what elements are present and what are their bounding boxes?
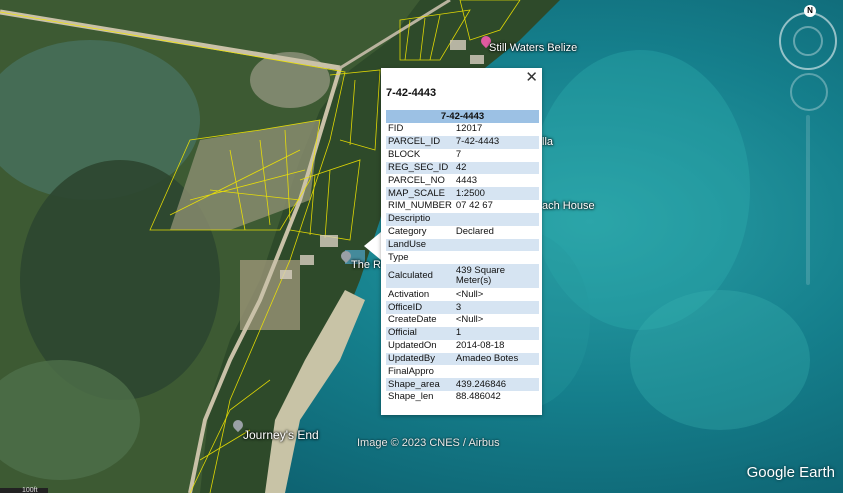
label-villa[interactable]: lla — [542, 136, 553, 148]
attribute-table-header: 7-42-4443 — [386, 110, 539, 123]
table-row: REG_SEC_ID 42 — [386, 161, 539, 175]
attr-key: LandUse — [386, 238, 454, 252]
attr-key: BLOCK — [388, 149, 421, 161]
attr-key: Descriptio — [386, 212, 454, 226]
attr-value — [454, 251, 539, 264]
attr-key: OfficeID — [386, 301, 454, 314]
close-icon[interactable]: ✕ — [525, 70, 538, 86]
label-journeys-end[interactable]: Journey's End — [243, 428, 319, 442]
imagery-credit: Image © 2023 CNES / Airbus — [357, 437, 500, 449]
table-row: BLOCK 7 — [386, 149, 539, 162]
label-still-waters[interactable]: Still Waters Belize — [489, 42, 577, 54]
label-beach-house[interactable]: ach House — [542, 200, 595, 212]
attr-key: PARCEL_NO — [388, 174, 445, 186]
table-row: RIM_NUMBER 07 42 67 — [386, 200, 539, 213]
table-row: Type — [386, 251, 539, 264]
parcel-info-popup: ✕ 7-42-4443 7-42-4443 FID 12017 PARCEL_ID… — [381, 68, 542, 415]
attr-key: Calculated — [386, 264, 454, 289]
table-row: FinalAppro — [386, 365, 539, 378]
attr-key: Shape_len — [388, 391, 434, 403]
attr-key: MAP_SCALE — [386, 187, 454, 201]
attr-value: 439 Square Meter(s) — [453, 264, 539, 289]
attr-key: FinalAppro — [388, 365, 434, 377]
table-row: OfficeID 3 — [386, 301, 539, 314]
attr-value: 12017 — [455, 123, 483, 135]
attr-value: 42 — [453, 161, 539, 175]
attr-key: Type — [388, 251, 409, 263]
attr-value: 2014-08-18 — [455, 340, 505, 352]
attr-key: Activation — [388, 288, 430, 300]
attr-key: RIM_NUMBER — [388, 200, 452, 212]
attr-value: <Null> — [455, 314, 484, 326]
table-row: UpdatedOn 2014-08-18 — [386, 340, 539, 353]
attr-value: 4443 — [455, 174, 478, 186]
table-row: Shape_area 439.246846 — [386, 378, 539, 392]
attr-key: Category — [388, 226, 427, 238]
attr-value: 88.486042 — [455, 391, 501, 403]
table-row: PARCEL_NO 4443 — [386, 174, 539, 187]
attr-value: Amadeo Botes — [453, 352, 539, 366]
table-row: Activation <Null> — [386, 288, 539, 301]
table-row: CreateDate <Null> — [386, 314, 539, 327]
popup-pointer — [364, 232, 381, 260]
attr-value: 1:2500 — [453, 187, 539, 201]
attr-value: 7 — [455, 149, 462, 161]
table-row: FID 12017 — [386, 123, 539, 136]
attr-key: Shape_area — [386, 378, 454, 392]
google-earth-logo: Google Earth — [746, 464, 835, 481]
compass-north-icon[interactable]: N — [804, 5, 816, 17]
attr-key: Official — [386, 326, 454, 340]
zoom-slider[interactable] — [806, 115, 810, 285]
table-row: LandUse — [386, 238, 539, 252]
table-row: Calculated 439 Square Meter(s) — [386, 264, 539, 289]
attr-value — [453, 238, 539, 252]
attr-value: 3 — [453, 301, 539, 314]
label-the-r[interactable]: The R — [351, 259, 381, 271]
attribute-table: 7-42-4443 FID 12017 PARCEL_ID 7-42-4443 BL… — [386, 110, 539, 404]
table-row: Descriptio — [386, 212, 539, 226]
attr-value: 1 — [453, 326, 539, 340]
table-row: UpdatedBy Amadeo Botes — [386, 352, 539, 366]
attr-value — [453, 212, 539, 226]
table-row: Shape_len 88.486042 — [386, 391, 539, 404]
table-row: Official 1 — [386, 326, 539, 340]
attr-key: FID — [388, 123, 404, 135]
table-row: Category Declared — [386, 226, 539, 239]
attr-value: Declared — [455, 226, 494, 238]
popup-title: 7-42-4443 — [386, 87, 437, 99]
attr-value: 7-42-4443 — [453, 135, 539, 149]
scale-bar: 100ft — [0, 487, 48, 494]
navigation-ring-icon[interactable] — [790, 73, 828, 111]
attr-value — [454, 365, 539, 378]
compass-inner — [793, 26, 823, 56]
attr-value: 439.246846 — [453, 378, 539, 392]
attr-key: UpdatedBy — [386, 352, 454, 366]
attr-value: 07 42 67 — [455, 200, 493, 212]
attr-key: REG_SEC_ID — [386, 161, 454, 175]
table-row: MAP_SCALE 1:2500 — [386, 187, 539, 201]
attr-key: PARCEL_ID — [386, 135, 454, 149]
attr-key: UpdatedOn — [388, 340, 437, 352]
attr-key: CreateDate — [388, 314, 437, 326]
attr-value: <Null> — [455, 288, 484, 300]
table-row: PARCEL_ID 7-42-4443 — [386, 135, 539, 149]
compass-ring[interactable] — [779, 12, 837, 70]
